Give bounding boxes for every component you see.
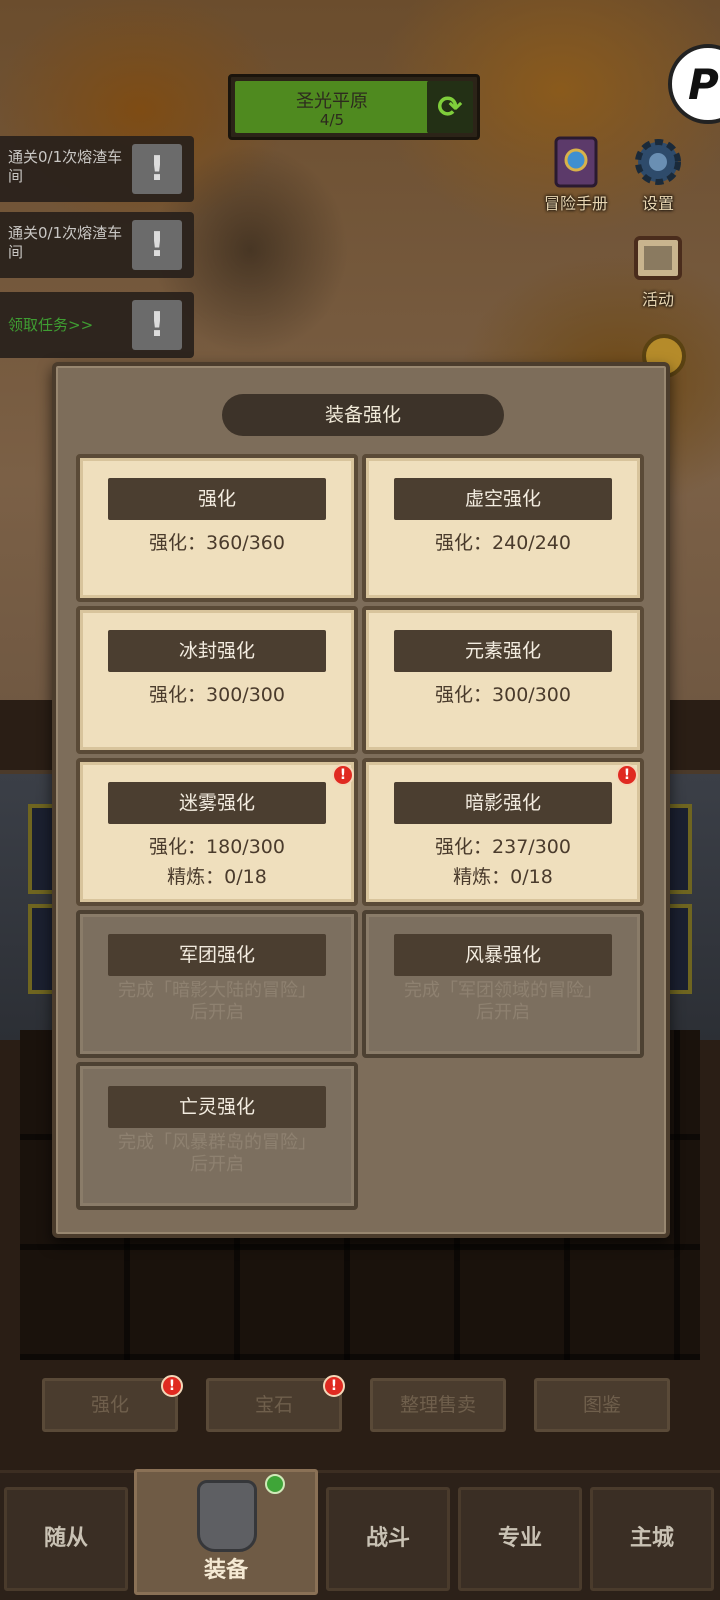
card-stat: 强化：360/360: [149, 532, 285, 554]
card-stat: 强化：300/300: [149, 684, 285, 706]
card-stat: 强化：237/300: [435, 836, 571, 858]
card-title: 虚空强化: [394, 478, 612, 520]
enhance-card[interactable]: 元素强化 强化：300/300: [362, 606, 644, 754]
enhance-card-locked[interactable]: 风暴强化 完成「军团领域的冒险」 后开启: [362, 910, 644, 1058]
enhance-card[interactable]: 虚空强化 强化：240/240: [362, 454, 644, 602]
card-stat: 强化：240/240: [435, 532, 571, 554]
card-title: 强化: [108, 478, 326, 520]
unlock-note: 后开启: [190, 1002, 244, 1023]
equipment-enhance-modal: 装备强化 强化 强化：360/360 虚空强化 强化：240/240 冰封强化 …: [52, 362, 670, 1238]
enhance-card-locked[interactable]: 军团强化 完成「暗影大陆的冒险」 后开启: [76, 910, 358, 1058]
enhance-card[interactable]: 强化 强化：360/360: [76, 454, 358, 602]
card-title: 风暴强化: [394, 934, 612, 976]
enhance-card-locked[interactable]: 亡灵强化 完成「风暴群岛的冒险」 后开启: [76, 1062, 358, 1210]
enhance-card[interactable]: 冰封强化 强化：300/300: [76, 606, 358, 754]
card-title: 亡灵强化: [108, 1086, 326, 1128]
card-stat: 强化：180/300: [149, 836, 285, 858]
alert-icon: !: [332, 764, 354, 786]
unlock-note: 后开启: [476, 1002, 530, 1023]
alert-icon: !: [616, 764, 638, 786]
card-title: 冰封强化: [108, 630, 326, 672]
enhance-card[interactable]: 迷雾强化 强化：180/300 精炼：0/18 !: [76, 758, 358, 906]
card-refine: 精炼：0/18: [453, 866, 553, 888]
card-title: 暗影强化: [394, 782, 612, 824]
modal-title: 装备强化: [222, 394, 504, 436]
card-stat: 强化：300/300: [435, 684, 571, 706]
card-title: 军团强化: [108, 934, 326, 976]
card-refine: 精炼：0/18: [167, 866, 267, 888]
enhance-card[interactable]: 暗影强化 强化：237/300 精炼：0/18 !: [362, 758, 644, 906]
card-title: 迷雾强化: [108, 782, 326, 824]
unlock-note: 后开启: [190, 1154, 244, 1175]
card-title: 元素强化: [394, 630, 612, 672]
enhance-card-list[interactable]: 强化 强化：360/360 虚空强化 强化：240/240 冰封强化 强化：30…: [76, 454, 652, 1224]
